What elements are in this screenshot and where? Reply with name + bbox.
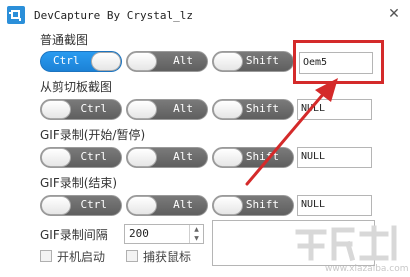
capture-frame-icon — [7, 6, 25, 24]
toggle-knob — [213, 100, 243, 119]
shift-toggle-gif-end[interactable]: Shift — [212, 195, 294, 216]
toggle-knob — [127, 148, 157, 167]
capture-cursor-checkbox[interactable] — [126, 250, 138, 262]
hotkey-field-clipboard-capture[interactable]: NULL — [297, 99, 372, 120]
section-label-gif-start: GIF录制(开始/暂停) — [40, 128, 146, 142]
spinner-up-icon[interactable]: ▲ — [190, 225, 203, 234]
toggle-label: Shift — [245, 54, 279, 67]
alt-toggle-gif-end[interactable]: Alt — [126, 195, 208, 216]
toggle-knob — [41, 148, 71, 167]
toggle-knob — [91, 52, 121, 71]
alt-toggle-normal-capture[interactable]: Alt — [126, 51, 208, 72]
toggle-label: Alt — [173, 150, 193, 163]
hotkey-field-gif-end[interactable]: NULL — [297, 195, 372, 216]
toggle-knob — [213, 196, 243, 215]
highlight-box — [293, 40, 384, 84]
alt-toggle-gif-start[interactable]: Alt — [126, 147, 208, 168]
ctrl-toggle-gif-start[interactable]: Ctrl — [40, 147, 122, 168]
toggle-knob — [127, 100, 157, 119]
toggle-knob — [41, 100, 71, 119]
toggle-label: Alt — [173, 54, 193, 67]
section-label-gif-end: GIF录制(结束) — [40, 176, 118, 190]
alt-toggle-clipboard-capture[interactable]: Alt — [126, 99, 208, 120]
close-icon[interactable]: ✕ — [386, 6, 402, 22]
spinner-down-icon[interactable]: ▼ — [190, 234, 203, 243]
autostart-checkbox[interactable] — [40, 250, 52, 262]
toggle-knob — [213, 148, 243, 167]
section-label-normal-capture: 普通截图 — [40, 33, 89, 47]
toggle-knob — [213, 52, 243, 71]
toggle-label: Ctrl — [80, 198, 108, 211]
shift-toggle-normal-capture[interactable]: Shift — [212, 51, 294, 72]
watermark-site: www.xiazaiba.com — [325, 264, 409, 274]
toggle-label: Ctrl — [53, 54, 80, 67]
toggle-label: Alt — [173, 102, 193, 115]
capture-cursor-label: 捕获鼠标 — [143, 250, 192, 264]
toggle-label: Ctrl — [80, 150, 108, 163]
gif-interval-spinner[interactable]: 200 ▲ ▼ — [124, 224, 204, 244]
autostart-label: 开机启动 — [57, 250, 106, 264]
toggle-label: Shift — [245, 102, 279, 115]
shift-toggle-gif-start[interactable]: Shift — [212, 147, 294, 168]
ctrl-toggle-normal-capture[interactable]: Ctrl — [40, 51, 122, 72]
section-label-clipboard-capture: 从剪切板截图 — [40, 80, 113, 94]
gif-interval-value: 200 — [129, 227, 149, 240]
toggle-label: Ctrl — [80, 102, 108, 115]
ctrl-toggle-gif-end[interactable]: Ctrl — [40, 195, 122, 216]
window-title: DevCapture By Crystal_lz — [34, 9, 193, 22]
toggle-label: Shift — [245, 150, 279, 163]
toggle-knob — [127, 196, 157, 215]
ctrl-toggle-clipboard-capture[interactable]: Ctrl — [40, 99, 122, 120]
shift-toggle-clipboard-capture[interactable]: Shift — [212, 99, 294, 120]
toggle-knob — [41, 196, 71, 215]
toggle-label: Alt — [173, 198, 193, 211]
hotkey-field-gif-start[interactable]: NULL — [297, 147, 372, 168]
toggle-knob — [127, 52, 157, 71]
spinner-arrows: ▲ ▼ — [189, 225, 203, 243]
gif-interval-label: GIF录制间隔 — [40, 228, 108, 242]
app-window: DevCapture By Crystal_lz ✕ 普通截图 Ctrl Alt… — [0, 0, 410, 277]
title-bar: DevCapture By Crystal_lz ✕ — [0, 0, 410, 30]
toggle-label: Shift — [245, 198, 279, 211]
